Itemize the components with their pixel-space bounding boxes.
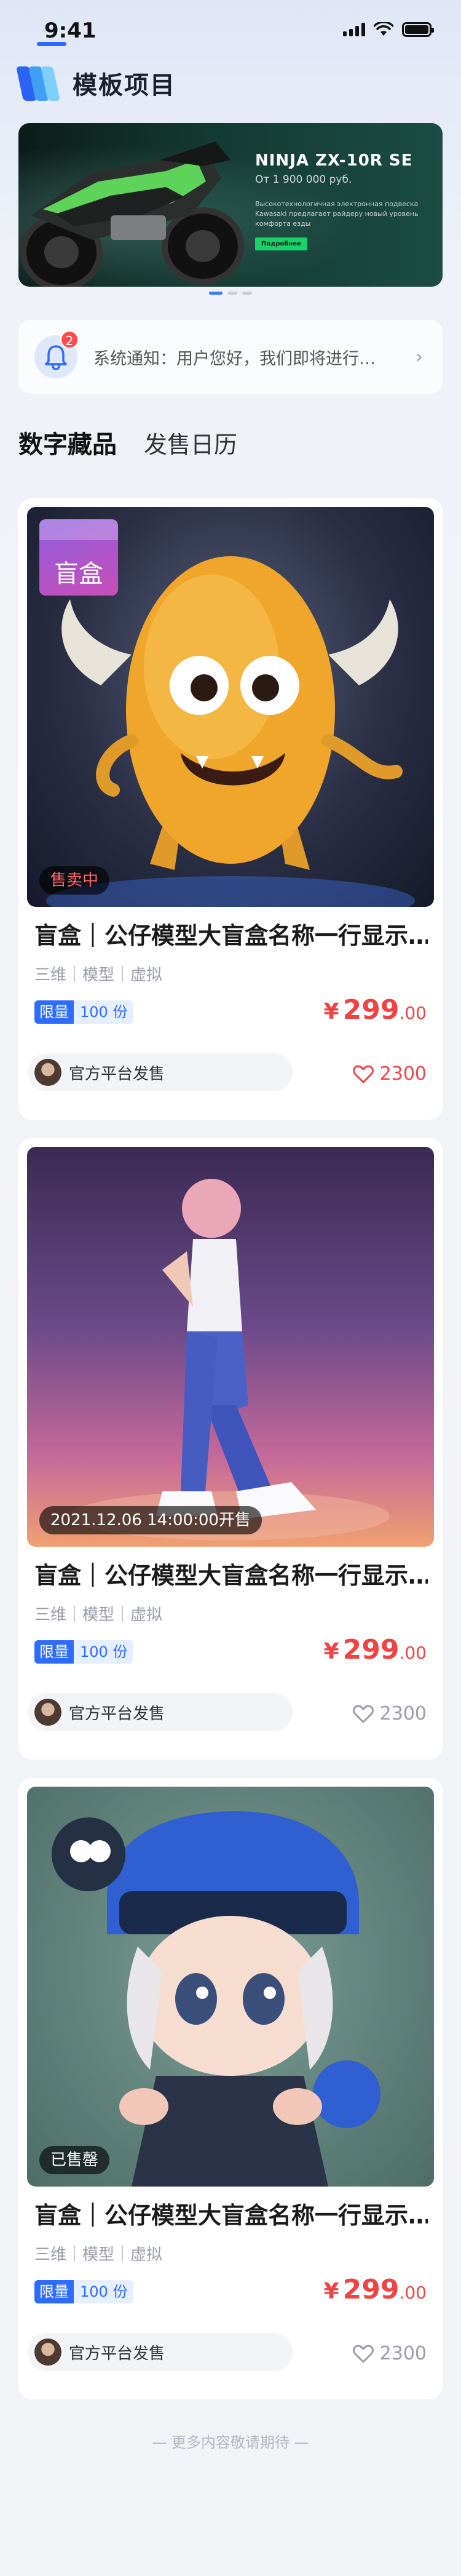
price-decimal: .00	[399, 1003, 427, 1023]
tab-digital-collections[interactable]: 数字藏品	[18, 425, 117, 474]
price: ¥299.00	[324, 994, 427, 1026]
notice-bell: 2	[34, 330, 79, 378]
carousel-dot[interactable]	[242, 292, 252, 295]
app-title: 模板项目	[73, 71, 176, 100]
price-symbol: ¥	[323, 999, 339, 1024]
price-integer: 299	[342, 994, 400, 1026]
banner-title: NINJA ZX-10R SE	[255, 151, 413, 170]
publisher-name: 官方平台发售	[69, 1704, 165, 1723]
app-header: 模板项目	[16, 62, 176, 105]
limit-value: 100 份	[74, 1000, 134, 1024]
tab-bar: 数字藏品 发售日历	[18, 425, 237, 474]
wifi-icon	[374, 22, 393, 36]
cellular-signal-icon	[343, 23, 365, 36]
battery-icon	[402, 22, 434, 37]
heart-icon	[352, 2345, 374, 2363]
status-bar: 9:41	[0, 0, 461, 59]
collection-card[interactable]: 盲盒 售卖中 盲盒｜公仔模型大盲盒名称一行显示… 三维｜模型｜虚拟 限量 100…	[18, 498, 443, 1120]
carousel-dot[interactable]	[227, 292, 237, 295]
publisher-name: 官方平台发售	[69, 1064, 165, 1083]
notice-count-badge: 2	[60, 330, 79, 349]
carousel-dot[interactable]	[209, 292, 223, 295]
limit-badge: 限量 100 份	[34, 1000, 134, 1024]
collection-image[interactable]: 已售罄	[27, 1787, 434, 2187]
banner-carousel[interactable]: NINJA ZX-10R SE От 1 900 000 руб. Высоко…	[18, 123, 443, 287]
price-decimal: .00	[399, 1643, 427, 1663]
app-logo-icon	[16, 64, 65, 102]
publisher-chip[interactable]: 官方平台发售	[28, 1053, 293, 1091]
motorcycle-image	[20, 142, 244, 287]
end-of-list-text: — 更多内容敬请期待 —	[152, 2434, 309, 2451]
carousel-indicator	[0, 292, 461, 295]
limit-badge: 限量 100 份	[34, 1640, 134, 1664]
tab-release-calendar[interactable]: 发售日历	[144, 425, 237, 474]
like-count: 2300	[379, 1063, 427, 1085]
price: ¥299.00	[324, 2274, 427, 2305]
collection-title: 盲盒｜公仔模型大盲盒名称一行显示…	[34, 2202, 428, 2229]
sale-status-badge: 已售罄	[39, 2146, 110, 2174]
price-decimal: .00	[399, 2283, 427, 2303]
like-button[interactable]: 2300	[352, 1063, 427, 1085]
blind-box-tag: 盲盒	[39, 519, 118, 596]
active-tab-indicator	[37, 42, 66, 46]
price: ¥299.00	[324, 1634, 427, 1665]
publisher-name: 官方平台发售	[69, 2344, 165, 2363]
banner-subtitle: От 1 900 000 руб.	[255, 173, 352, 186]
like-button[interactable]: 2300	[352, 2343, 427, 2364]
cyber-girl-figure-image	[52, 1811, 380, 2187]
chevron-right-icon: ›	[416, 346, 423, 368]
limit-badge: 限量 100 份	[34, 2280, 134, 2303]
publisher-chip[interactable]: 官方平台发售	[28, 1693, 293, 1731]
price-integer: 299	[342, 1634, 400, 1665]
status-time: 9:41	[44, 18, 97, 43]
girl-figure-image	[70, 1179, 390, 1541]
bell-icon	[45, 345, 67, 370]
publisher-avatar	[34, 1699, 61, 1726]
banner-detail-button[interactable]: Подробнее	[255, 237, 307, 250]
collection-card[interactable]: 2021.12.06 14:00:00开售 盲盒｜公仔模型大盲盒名称一行显示… …	[18, 1138, 443, 1760]
collection-tags: 三维｜模型｜虚拟	[34, 966, 163, 984]
limit-label: 限量	[34, 1000, 74, 1024]
collection-title: 盲盒｜公仔模型大盲盒名称一行显示…	[34, 1562, 428, 1589]
price-symbol: ¥	[323, 2279, 339, 2304]
heart-icon	[352, 1705, 374, 1723]
publisher-avatar	[34, 2339, 61, 2366]
notice-text: 系统通知：用户您好，我们即将进行…	[93, 349, 376, 369]
like-button[interactable]: 2300	[352, 1703, 427, 1725]
collection-tags: 三维｜模型｜虚拟	[34, 1606, 163, 1624]
price-integer: 299	[342, 2274, 400, 2305]
collection-image[interactable]: 盲盒 售卖中	[27, 507, 434, 907]
collection-tags: 三维｜模型｜虚拟	[34, 2246, 163, 2264]
publisher-chip[interactable]: 官方平台发售	[28, 2333, 293, 2371]
collection-image[interactable]: 2021.12.06 14:00:00开售	[27, 1147, 434, 1547]
like-count: 2300	[379, 2343, 427, 2364]
heart-icon	[352, 1065, 374, 1083]
collection-title: 盲盒｜公仔模型大盲盒名称一行显示…	[34, 922, 428, 949]
publisher-avatar	[34, 1059, 61, 1086]
limit-value: 100 份	[74, 2280, 134, 2303]
system-notice-bar[interactable]: 2 系统通知：用户您好，我们即将进行… ›	[18, 320, 443, 394]
limit-label: 限量	[34, 1640, 74, 1664]
collection-card[interactable]: 已售罄 盲盒｜公仔模型大盲盒名称一行显示… 三维｜模型｜虚拟 限量 100 份 …	[18, 1778, 443, 2399]
limit-label: 限量	[34, 2280, 74, 2303]
banner-description: Высокотехнологичная электронная подвеска…	[255, 200, 419, 228]
sale-status-badge: 售卖中	[39, 866, 110, 895]
status-icons	[343, 22, 434, 37]
like-count: 2300	[379, 1703, 427, 1725]
price-symbol: ¥	[323, 1639, 339, 1664]
sale-status-badge: 2021.12.06 14:00:00开售	[39, 1506, 262, 1534]
limit-value: 100 份	[74, 1640, 134, 1664]
